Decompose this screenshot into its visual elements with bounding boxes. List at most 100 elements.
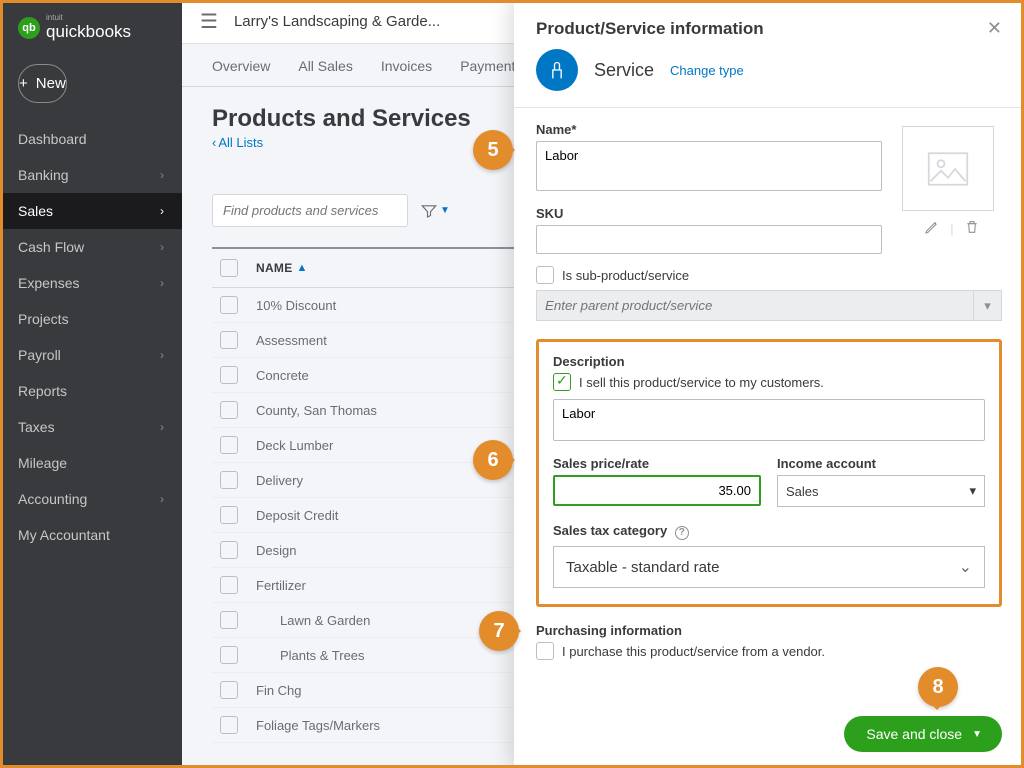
chevron-right-icon: ›	[160, 240, 164, 254]
select-all-checkbox[interactable]	[220, 259, 238, 277]
nav-item-accounting[interactable]: Accounting›	[0, 481, 182, 517]
hamburger-icon[interactable]: ☰	[200, 9, 218, 34]
brand-name: quickbooks	[46, 22, 131, 41]
plus-icon: +	[19, 75, 28, 92]
income-account-value: Sales	[786, 484, 819, 499]
sort-ascending-icon: ▲	[297, 262, 308, 274]
sku-input[interactable]	[536, 225, 882, 254]
chevron-down-icon: ⌄	[959, 557, 972, 577]
row-checkbox[interactable]	[220, 716, 238, 734]
nav-item-cash-flow[interactable]: Cash Flow›	[0, 229, 182, 265]
search-input[interactable]	[212, 194, 408, 227]
row-name: Fertilizer	[256, 578, 306, 593]
row-name: Fin Chg	[256, 683, 302, 698]
tab-overview[interactable]: Overview	[212, 58, 270, 86]
parent-product-input	[536, 290, 974, 321]
help-icon[interactable]: ?	[675, 526, 689, 540]
row-checkbox[interactable]	[220, 506, 238, 524]
save-button-label: Save and close	[866, 726, 962, 742]
name-column-header[interactable]: NAME	[256, 261, 293, 275]
row-name: Deck Lumber	[256, 438, 333, 453]
purchase-checkbox[interactable]	[536, 642, 554, 660]
chevron-right-icon: ›	[160, 168, 164, 182]
callout-8: 8	[918, 667, 958, 707]
row-checkbox[interactable]	[220, 681, 238, 699]
nav-item-sales[interactable]: Sales›	[0, 193, 182, 229]
description-label: Description	[553, 354, 985, 369]
type-row: Service Change type	[514, 49, 1024, 107]
chevron-right-icon: ›	[160, 348, 164, 362]
sell-label: I sell this product/service to my custom…	[579, 375, 824, 390]
row-checkbox[interactable]	[220, 401, 238, 419]
company-name[interactable]: Larry's Landscaping & Garde...	[234, 13, 440, 30]
sidebar: qb intuit quickbooks + New DashboardBank…	[0, 0, 182, 768]
filter-button[interactable]: ▼	[420, 202, 450, 220]
sub-product-checkbox[interactable]	[536, 266, 554, 284]
callout-6: 6	[473, 440, 513, 480]
parent-product-select: ▾	[536, 290, 1002, 321]
purchasing-section: Purchasing information I purchase this p…	[536, 623, 1002, 660]
description-input[interactable]	[553, 399, 985, 441]
edit-image-icon[interactable]	[924, 219, 940, 238]
chevron-right-icon: ›	[160, 420, 164, 434]
row-name: Design	[256, 543, 296, 558]
callout-7: 7	[479, 611, 519, 651]
tax-category-label: Sales tax category ?	[553, 523, 985, 540]
description-section-highlight: Description I sell this product/service …	[536, 339, 1002, 607]
tab-all-sales[interactable]: All Sales	[298, 58, 352, 86]
nav-list: DashboardBanking›Sales›Cash Flow›Expense…	[0, 121, 182, 553]
tax-category-value: Taxable - standard rate	[566, 559, 719, 576]
purchasing-label: Purchasing information	[536, 623, 1002, 638]
income-account-select[interactable]: Sales ▾	[777, 475, 985, 507]
name-input[interactable]	[536, 141, 882, 191]
nav-item-my-accountant[interactable]: My Accountant	[0, 517, 182, 553]
panel-title: Product/Service information	[536, 19, 764, 39]
all-lists-link[interactable]: ‹ All Lists	[212, 135, 263, 150]
row-name: Assessment	[256, 333, 327, 348]
sub-product-label: Is sub-product/service	[562, 268, 689, 283]
tab-invoices[interactable]: Invoices	[381, 58, 432, 86]
chevron-down-icon[interactable]: ▼	[972, 729, 982, 740]
row-checkbox[interactable]	[220, 471, 238, 489]
service-icon	[536, 49, 578, 91]
chevron-right-icon: ›	[160, 204, 164, 218]
row-checkbox[interactable]	[220, 366, 238, 384]
new-button[interactable]: + New	[18, 64, 67, 103]
sales-rate-input[interactable]	[553, 475, 761, 506]
delete-image-icon[interactable]	[964, 219, 980, 238]
panel-header: Product/Service information ✕	[514, 0, 1024, 49]
row-checkbox[interactable]	[220, 576, 238, 594]
chevron-right-icon: ›	[160, 276, 164, 290]
qb-logo-icon: qb	[18, 17, 40, 39]
product-service-panel: Product/Service information ✕ Service Ch…	[514, 0, 1024, 768]
logo: qb intuit quickbooks	[0, 0, 182, 52]
nav-item-payroll[interactable]: Payroll›	[0, 337, 182, 373]
save-and-close-button[interactable]: Save and close ▼	[844, 716, 1002, 752]
sell-checkbox[interactable]	[553, 373, 571, 391]
nav-item-banking[interactable]: Banking›	[0, 157, 182, 193]
tax-category-select[interactable]: Taxable - standard rate ⌄	[553, 546, 985, 588]
row-name: Delivery	[256, 473, 303, 488]
image-placeholder[interactable]	[902, 126, 994, 211]
row-name: Concrete	[256, 368, 309, 383]
callout-5: 5	[473, 130, 513, 170]
nav-item-mileage[interactable]: Mileage	[0, 445, 182, 481]
row-checkbox[interactable]	[220, 331, 238, 349]
nav-item-reports[interactable]: Reports	[0, 373, 182, 409]
row-checkbox[interactable]	[220, 541, 238, 559]
close-icon[interactable]: ✕	[987, 18, 1002, 39]
change-type-link[interactable]: Change type	[670, 63, 744, 78]
nav-item-dashboard[interactable]: Dashboard	[0, 121, 182, 157]
rate-label: Sales price/rate	[553, 456, 761, 471]
nav-item-projects[interactable]: Projects	[0, 301, 182, 337]
row-name: Foliage Tags/Markers	[256, 718, 380, 733]
row-checkbox[interactable]	[220, 296, 238, 314]
nav-item-expenses[interactable]: Expenses›	[0, 265, 182, 301]
row-checkbox[interactable]	[220, 646, 238, 664]
sub-product-row: Is sub-product/service	[536, 266, 1002, 284]
row-checkbox[interactable]	[220, 611, 238, 629]
row-checkbox[interactable]	[220, 436, 238, 454]
new-button-label: New	[36, 75, 66, 92]
sku-label: SKU	[536, 206, 882, 221]
nav-item-taxes[interactable]: Taxes›	[0, 409, 182, 445]
